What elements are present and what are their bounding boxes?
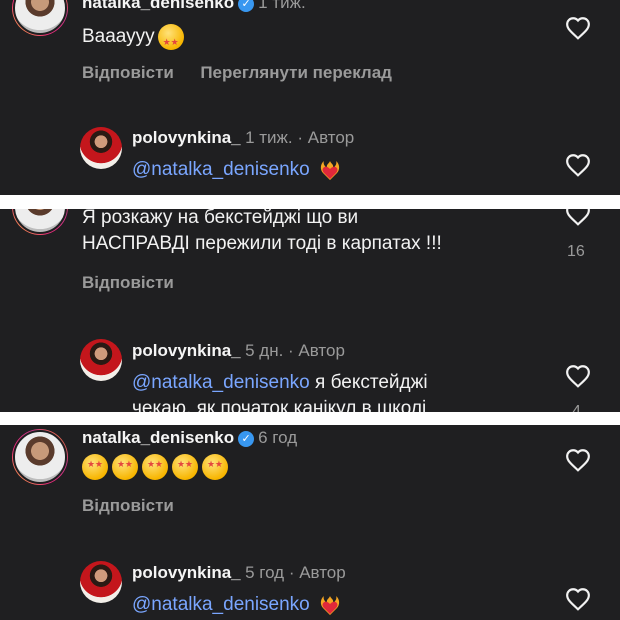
reply-text: @natalka_denisenko я бекстейджі чекаю, я…: [132, 372, 428, 412]
reply-meta: 5 год · Автор: [245, 563, 346, 582]
reply-username[interactable]: polovynkina_: [132, 341, 241, 360]
like-count: 16: [567, 243, 585, 260]
commenter-avatar[interactable]: [12, 429, 68, 485]
reply-text: @natalka_denisenko: [132, 157, 342, 183]
heart-outline-icon[interactable]: [565, 153, 591, 177]
reply-header: polovynkina_ 5 дн. · Автор: [132, 341, 345, 361]
star-struck-emoji: [142, 454, 168, 480]
reply-button[interactable]: Відповісти: [82, 496, 174, 516]
verified-badge-icon: ✓: [238, 0, 255, 12]
comment-username[interactable]: natalka_denisenko: [82, 428, 234, 447]
reply-avatar[interactable]: [80, 339, 122, 381]
heart-outline-icon[interactable]: [565, 364, 591, 388]
star-struck-emoji: [157, 24, 184, 55]
separator: [0, 412, 620, 425]
mention-link[interactable]: @natalka_denisenko: [132, 372, 310, 393]
comment-username[interactable]: natalka_denisenko: [82, 0, 234, 12]
reply-meta: 5 дн. · Автор: [245, 341, 345, 360]
comment-header: natalka_denisenko ✓ 1 тиж.: [82, 0, 306, 13]
star-struck-emoji: [172, 454, 198, 480]
star-struck-emoji: [202, 454, 228, 480]
reply-header: polovynkina_ 5 год · Автор: [132, 563, 346, 583]
comment-thread-panel-2: Я розкажу на бекстейджі що ви НАСПРАВДІ …: [0, 209, 620, 412]
separator: [0, 195, 620, 209]
star-struck-emoji: [112, 454, 138, 480]
emoji-row: [82, 454, 232, 480]
heart-outline-icon[interactable]: [565, 448, 591, 472]
reply-header: polovynkina_ 1 тиж. · Автор: [132, 128, 354, 148]
comment-header: natalka_denisenko ✓ 6 год: [82, 428, 297, 448]
reply-avatar[interactable]: [80, 561, 122, 603]
comment-thread-panel-1: natalka_denisenko ✓1 тиж. Ваааууу Відпові…: [0, 0, 620, 195]
mention-link[interactable]: @natalka_denisenko: [132, 159, 310, 180]
reply-meta: 1 тиж. · Автор: [245, 128, 355, 147]
mention-link[interactable]: @natalka_denisenko: [132, 594, 310, 615]
reply-username[interactable]: polovynkina_: [132, 128, 241, 147]
comment-actions: Відповісти Переглянути переклад: [82, 63, 392, 83]
reply-button[interactable]: Відповісти: [82, 273, 174, 293]
comment-thread-panel-3: natalka_denisenko✓6 год Відповісти polov…: [0, 425, 620, 620]
comment-text: Я розкажу на бекстейджі що ви НАСПРАВДІ …: [82, 209, 442, 254]
see-translation-button[interactable]: Переглянути переклад: [200, 63, 392, 82]
heart-outline-icon[interactable]: [565, 16, 591, 40]
heart-outline-icon[interactable]: [565, 209, 591, 226]
reply-button[interactable]: Відповісти: [82, 63, 174, 82]
comment-time: 6 год: [258, 428, 298, 447]
comment-text: Ваааууу: [82, 24, 188, 55]
reply-avatar[interactable]: [80, 127, 122, 169]
heart-on-fire-emoji: [318, 158, 342, 182]
star-struck-emoji: [82, 454, 108, 480]
like-count: 4: [572, 403, 581, 412]
comment-time: 1 тиж.: [258, 0, 306, 12]
heart-on-fire-emoji: [318, 593, 342, 617]
verified-badge-icon: ✓: [238, 431, 255, 447]
reply-username[interactable]: polovynkina_: [132, 563, 241, 582]
commenter-avatar[interactable]: [12, 209, 68, 235]
commenter-avatar[interactable]: [12, 0, 68, 36]
heart-outline-icon[interactable]: [565, 587, 591, 611]
reply-text: @natalka_denisenko: [132, 592, 342, 618]
